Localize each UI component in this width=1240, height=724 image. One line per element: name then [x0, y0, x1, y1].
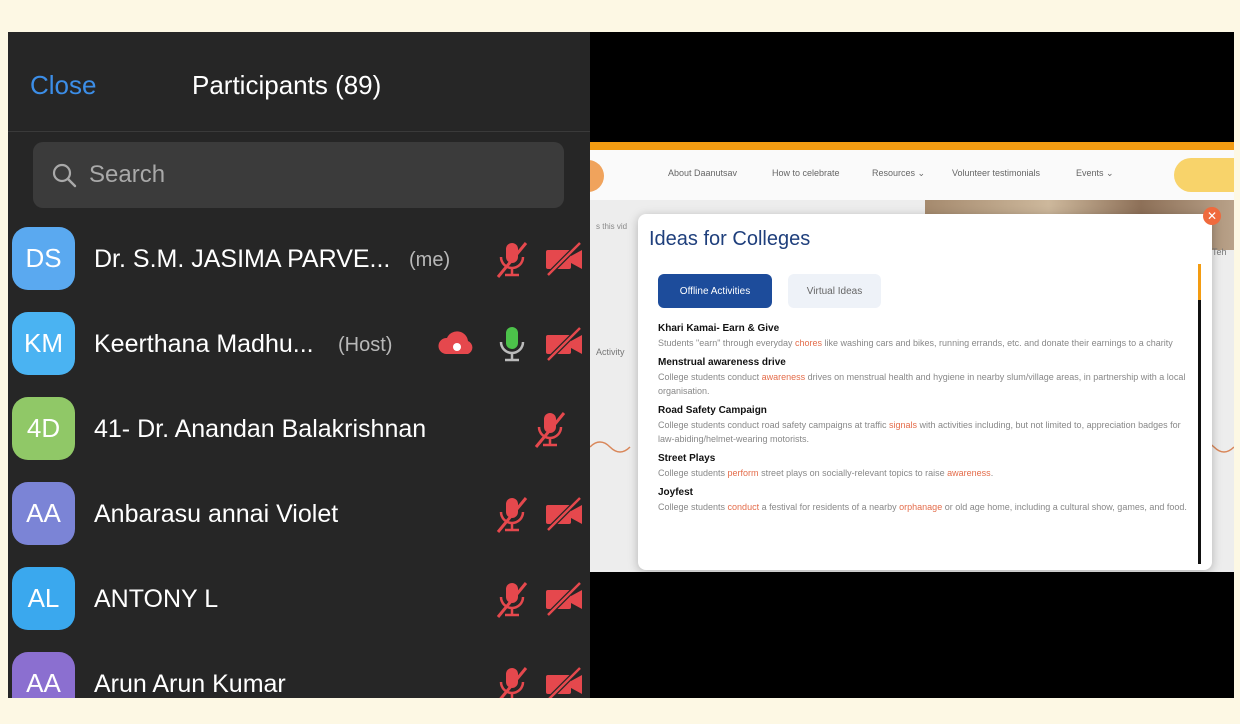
search-icon — [52, 163, 77, 188]
idea-highlight: orphanage — [899, 502, 943, 512]
modal-scrollbar[interactable] — [1198, 264, 1201, 564]
panel-header: Close Participants (89) — [8, 32, 590, 132]
idea-highlight: conduct — [727, 502, 760, 512]
avatar: AA — [12, 652, 75, 698]
search-input[interactable] — [89, 152, 549, 198]
avatar: KM — [12, 312, 75, 375]
idea-title: Street Plays — [658, 453, 716, 464]
idea-item: Road Safety Campaign College students con… — [658, 404, 1193, 446]
microphone-on-icon[interactable] — [492, 324, 532, 369]
idea-item: Street Plays College students perform str… — [658, 452, 1193, 480]
microphone-muted-icon[interactable] — [492, 579, 532, 624]
participant-name: Arun Arun Kumar — [94, 670, 286, 698]
ideas-list: Khari Kamai- Earn & Give Students "earn" … — [658, 322, 1193, 520]
participant-name: 41- Dr. Anandan Balakrishnan — [94, 415, 427, 443]
nav-link-about[interactable]: About Daanutsav — [668, 168, 737, 178]
video-off-icon[interactable] — [544, 579, 584, 624]
close-button[interactable]: Close — [30, 70, 96, 101]
nav-link-resources[interactable]: Resources ⌄ — [872, 168, 925, 179]
microphone-muted-icon[interactable] — [492, 239, 532, 284]
modal-close-icon[interactable]: ✕ — [1203, 207, 1221, 225]
idea-title: Road Safety Campaign — [658, 405, 767, 416]
background-right-text: Teh — [1212, 247, 1227, 257]
idea-item: Khari Kamai- Earn & Give Students "earn" … — [658, 322, 1193, 350]
background-activity-label: Activity — [596, 347, 625, 357]
idea-highlight: chores — [794, 338, 822, 348]
participant-row[interactable]: AA Anbarasu annai Violet — [8, 472, 590, 557]
video-off-icon[interactable] — [544, 239, 584, 284]
panel-title: Participants (89) — [192, 70, 382, 100]
tab-offline-activities[interactable]: Offline Activities — [658, 274, 772, 308]
avatar: DS — [12, 227, 75, 290]
idea-title: Menstrual awareness drive — [658, 357, 786, 368]
microphone-muted-icon[interactable] — [492, 664, 532, 698]
idea-item: Joyfest College students conduct a festiv… — [658, 486, 1193, 514]
idea-text: or old age home, including a cultural sh… — [942, 502, 1187, 512]
tab-virtual-ideas[interactable]: Virtual Ideas — [788, 274, 881, 308]
idea-title: Khari Kamai- Earn & Give — [658, 323, 780, 334]
participant-name: Keerthana Madhu... — [94, 330, 314, 358]
participants-list: DS Dr. S.M. JASIMA PARVE... (me) KM Keerthan… — [8, 217, 590, 698]
idea-text: College students — [658, 468, 728, 478]
participant-name: ANTONY L — [94, 585, 219, 613]
idea-description: College students conduct road safety cam… — [658, 418, 1193, 446]
idea-description: College students conduct a festival for … — [658, 500, 1193, 514]
participant-role-tag: (Host) — [338, 334, 393, 356]
idea-text: like washing cars and bikes, running err… — [822, 338, 1173, 348]
nav-link-events[interactable]: Events ⌄ — [1076, 168, 1114, 179]
idea-text: street plays on socially-relevant topics… — [758, 468, 948, 478]
idea-text: College students conduct — [658, 372, 762, 382]
microphone-muted-icon[interactable] — [530, 409, 570, 454]
site-logo — [590, 160, 604, 192]
idea-text: Students "earn" through everyday — [658, 338, 795, 348]
modal-title: Ideas for Colleges — [649, 228, 811, 250]
participant-row[interactable]: AL ANTONY L — [8, 557, 590, 642]
search-box[interactable] — [33, 142, 564, 208]
idea-description: Students "earn" through everyday chores … — [658, 336, 1193, 350]
idea-text: a festival for residents of a nearby — [759, 502, 900, 512]
video-off-icon[interactable] — [544, 664, 584, 698]
avatar: AA — [12, 482, 75, 545]
ideas-modal: ✕ Ideas for Colleges Offline Activities … — [638, 207, 1221, 570]
video-off-icon[interactable] — [544, 494, 584, 539]
microphone-muted-icon[interactable] — [492, 494, 532, 539]
video-off-icon[interactable] — [544, 324, 584, 369]
idea-text: . — [990, 468, 994, 478]
idea-description: College students conduct awareness drive… — [658, 370, 1193, 398]
meeting-screen: Close Participants (89) DS Dr. S.M. JASIM… — [8, 32, 1234, 698]
idea-highlight: perform — [727, 468, 759, 478]
idea-highlight: signals — [888, 420, 917, 430]
nav-link-volunteer-testimonials[interactable]: Volunteer testimonials — [952, 168, 1040, 178]
idea-title: Joyfest — [658, 487, 694, 498]
idea-text: College students — [658, 502, 728, 512]
participant-role-tag: (me) — [409, 249, 451, 271]
idea-description: College students perform street plays on… — [658, 466, 1193, 480]
participant-row[interactable]: DS Dr. S.M. JASIMA PARVE... (me) — [8, 217, 590, 302]
participant-row[interactable]: AA Arun Arun Kumar — [8, 642, 590, 698]
idea-highlight: awareness — [761, 372, 806, 382]
nav-donate-pill[interactable] — [1174, 158, 1234, 192]
idea-highlight: awareness — [947, 468, 991, 478]
modal-scrollbar-thumb[interactable] — [1198, 264, 1201, 300]
participants-panel: Close Participants (89) DS Dr. S.M. JASIM… — [8, 32, 590, 698]
idea-text: College students conduct road safety cam… — [658, 420, 889, 430]
idea-item: Menstrual awareness drive College student… — [658, 356, 1193, 398]
shared-screen: About Daanutsav How to celebrate Resourc… — [590, 142, 1234, 572]
background-text: s this vid — [596, 222, 628, 231]
avatar: AL — [12, 567, 75, 630]
site-nav-bar: About Daanutsav How to celebrate Resourc… — [590, 150, 1234, 200]
participant-name: Dr. S.M. JASIMA PARVE... — [94, 245, 391, 273]
participant-name: Anbarasu annai Violet — [94, 500, 339, 528]
avatar: 4D — [12, 397, 75, 460]
site-top-bar — [590, 142, 1234, 150]
participant-row[interactable]: 4D 41- Dr. Anandan Balakrishnan — [8, 387, 590, 472]
cloud-recording-icon — [436, 324, 478, 369]
nav-link-how-to-celebrate[interactable]: How to celebrate — [772, 168, 840, 178]
participant-row[interactable]: KM Keerthana Madhu... (Host) — [8, 302, 590, 387]
